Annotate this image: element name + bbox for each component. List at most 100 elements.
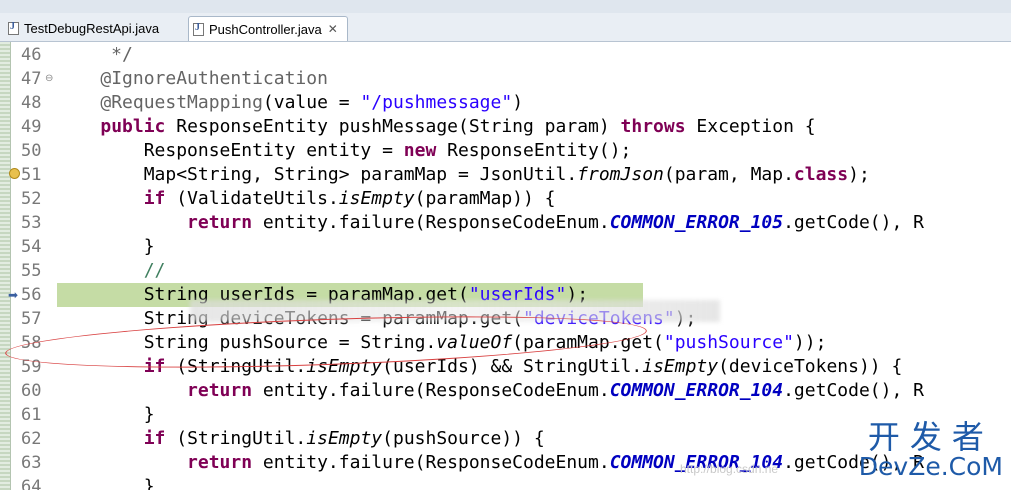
code-token: (value = bbox=[262, 92, 361, 113]
line-number: 46 bbox=[21, 45, 42, 65]
code-token: } bbox=[57, 236, 155, 257]
tab-testdebugrestapi[interactable]: TestDebugRestApi.java bbox=[4, 16, 186, 41]
code-token: Exception { bbox=[685, 116, 816, 137]
code-token: (paramMap.get( bbox=[512, 332, 664, 353]
code-line[interactable]: 54 } bbox=[0, 235, 1011, 259]
watermark-logo: 开发者 DevZe.CoM bbox=[859, 420, 1003, 480]
code-token: COMMON_ERROR_105 bbox=[609, 212, 784, 233]
code-line[interactable]: 49 public ResponseEntity pushMessage(Str… bbox=[0, 115, 1011, 139]
code-text: if (StringUtil.isEmpty(pushSource)) { bbox=[57, 427, 545, 451]
line-number: 55 bbox=[21, 261, 42, 281]
code-text: } bbox=[57, 235, 155, 259]
code-token: ); bbox=[848, 164, 870, 185]
code-token: (pushSource)) { bbox=[382, 428, 545, 449]
code-token: public bbox=[100, 116, 166, 137]
code-line[interactable]: 48 @RequestMapping(value = "/pushmessage… bbox=[0, 91, 1011, 115]
code-token: throws bbox=[620, 116, 686, 137]
line-number: 59 bbox=[21, 357, 42, 377]
code-token: ) bbox=[512, 92, 524, 113]
code-token: (ValidateUtils. bbox=[165, 188, 339, 209]
line-number: 53 bbox=[21, 213, 42, 233]
line-number: 54 bbox=[21, 237, 42, 257]
warning-lightbulb-icon[interactable] bbox=[9, 168, 20, 179]
fold-toggle-icon[interactable]: ⊖ bbox=[45, 67, 53, 91]
line-number: 50 bbox=[21, 141, 42, 161]
code-line[interactable]: 58 String pushSource = String.valueOf(pa… bbox=[0, 331, 1011, 355]
line-number: 52 bbox=[21, 189, 42, 209]
code-line[interactable]: 55 // bbox=[0, 259, 1011, 283]
java-file-icon bbox=[8, 21, 19, 35]
code-token: if bbox=[143, 428, 166, 449]
code-editor[interactable]: 46 */47 ⊖ @IgnoreAuthentication 48 @Reques… bbox=[0, 42, 1011, 490]
java-file-icon bbox=[193, 22, 204, 36]
code-text: } bbox=[57, 475, 155, 490]
code-token: ResponseEntity(); bbox=[436, 140, 632, 161]
code-token: COMMON_ERROR_104 bbox=[609, 380, 784, 401]
code-token: } bbox=[57, 476, 155, 490]
code-text: return entity.failure(ResponseCodeEnum.C… bbox=[57, 379, 924, 403]
line-number: 49 bbox=[21, 117, 42, 137]
code-token: (StringUtil. bbox=[165, 428, 307, 449]
code-token: (StringUtil. bbox=[165, 356, 307, 377]
code-line[interactable]: 53 return entity.failure(ResponseCodeEnu… bbox=[0, 211, 1011, 235]
code-token: (paramMap)) { bbox=[414, 188, 556, 209]
line-number: 48 bbox=[21, 93, 42, 113]
code-token: fromJson bbox=[577, 164, 664, 185]
code-line[interactable]: 60 return entity.failure(ResponseCodeEnu… bbox=[0, 379, 1011, 403]
code-token: isEmpty bbox=[306, 428, 383, 449]
code-token: isEmpty bbox=[642, 356, 719, 377]
code-text: Map<String, String> paramMap = JsonUtil.… bbox=[57, 163, 870, 187]
code-token: isEmpty bbox=[338, 188, 415, 209]
watermark-url: http://blog.csdn.ne bbox=[680, 462, 779, 476]
code-text: } bbox=[57, 403, 155, 427]
code-text: return entity.failure(ResponseCodeEnum.C… bbox=[57, 451, 924, 475]
code-token: (userIds) && StringUtil. bbox=[382, 356, 643, 377]
watermark-english: DevZe.CoM bbox=[858, 452, 1003, 481]
line-number: 51 bbox=[21, 165, 42, 185]
code-token: return bbox=[187, 212, 253, 233]
line-number: 64 bbox=[21, 477, 42, 490]
tab-pushcontroller[interactable]: PushController.java ✕ bbox=[188, 16, 348, 41]
code-token: String pushSource = String. bbox=[57, 332, 437, 353]
watermark-chinese: 开发者 bbox=[867, 418, 994, 456]
code-token: )); bbox=[793, 332, 827, 353]
code-token: return bbox=[187, 452, 253, 473]
line-number: 56 bbox=[21, 285, 42, 305]
code-line[interactable]: 52 if (ValidateUtils.isEmpty(paramMap)) … bbox=[0, 187, 1011, 211]
debug-current-line-arrow-icon: ➡ bbox=[8, 288, 19, 302]
code-line[interactable]: 46 */ bbox=[0, 43, 1011, 67]
line-number: 57 bbox=[21, 309, 42, 329]
code-token: (deviceTokens)) { bbox=[718, 356, 903, 377]
code-text: */ bbox=[57, 43, 133, 67]
code-token: isEmpty bbox=[306, 356, 383, 377]
code-line[interactable]: 47 ⊖ @IgnoreAuthentication bbox=[0, 67, 1011, 91]
code-text: return entity.failure(ResponseCodeEnum.C… bbox=[57, 211, 924, 235]
code-token: */ bbox=[57, 44, 133, 65]
code-token: valueOf bbox=[436, 332, 513, 353]
line-number: 60 bbox=[21, 381, 42, 401]
code-token: .getCode(), R bbox=[783, 380, 924, 401]
code-text: @IgnoreAuthentication bbox=[57, 67, 328, 91]
code-line[interactable]: 50 ResponseEntity entity = new ResponseE… bbox=[0, 139, 1011, 163]
code-token: return bbox=[187, 380, 253, 401]
code-token: entity.failure(ResponseCodeEnum. bbox=[252, 212, 610, 233]
line-number: 61 bbox=[21, 405, 42, 425]
line-number: 58 bbox=[21, 333, 42, 353]
code-text: @RequestMapping(value = "/pushmessage") bbox=[57, 91, 523, 115]
code-token: ResponseEntity pushMessage(String param) bbox=[165, 116, 621, 137]
code-token: .getCode(), R bbox=[783, 212, 924, 233]
close-icon[interactable]: ✕ bbox=[328, 22, 338, 36]
line-number: 62 bbox=[21, 429, 42, 449]
code-line[interactable]: 51 Map<String, String> paramMap = JsonUt… bbox=[0, 163, 1011, 187]
code-line[interactable]: 59 if (StringUtil.isEmpty(userIds) && St… bbox=[0, 355, 1011, 379]
code-text: if (ValidateUtils.isEmpty(paramMap)) { bbox=[57, 187, 556, 211]
